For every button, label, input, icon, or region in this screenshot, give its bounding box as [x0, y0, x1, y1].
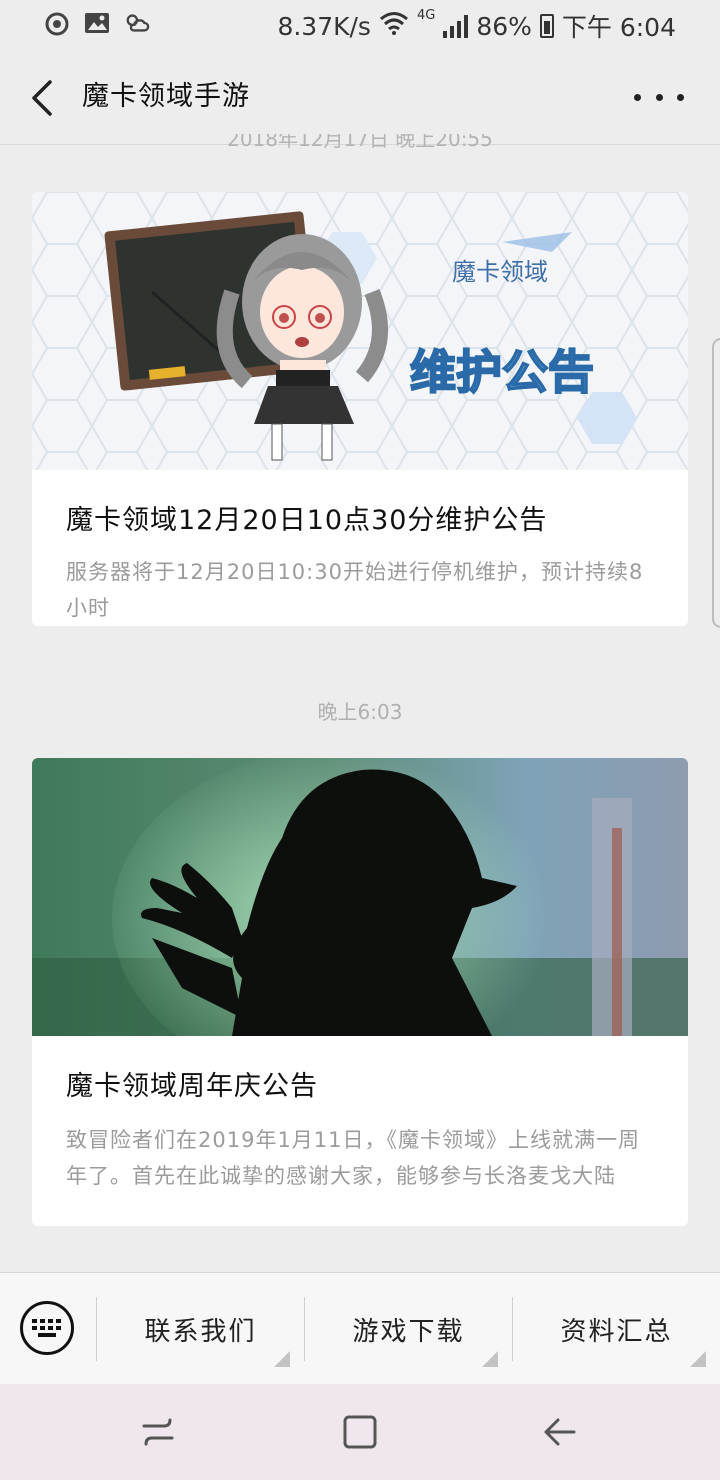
network-speed: 8.37K/s: [277, 11, 371, 41]
scroll-indicator: [712, 338, 720, 628]
network-type: 4G: [416, 8, 436, 23]
more-dot: [677, 93, 684, 101]
article-banner-image: [32, 758, 688, 1036]
recent-apps-icon: [142, 1418, 174, 1446]
status-right: 8.37K/s 4G 86% 下午 6:04: [277, 8, 676, 44]
more-button[interactable]: [634, 82, 684, 112]
menu-item-label: 游戏下载: [352, 1316, 465, 1347]
submenu-corner-icon: [274, 1351, 290, 1367]
keyboard-icon: [32, 1319, 61, 1337]
back-arrow-icon: [32, 80, 52, 116]
article-title: 魔卡领域周年庆公告: [66, 1071, 318, 1102]
official-account-menu: 联系我们 游戏下载 资料汇总: [0, 1272, 720, 1385]
clock: 下午 6:04: [561, 13, 676, 42]
article-card-anniversary[interactable]: 魔卡领域周年庆公告 致冒险者们在2019年1月11日，《魔卡领域》上线就满一周年…: [32, 758, 688, 1226]
recent-apps-button[interactable]: [128, 1408, 188, 1456]
submenu-corner-icon: [690, 1351, 706, 1367]
more-dots-icon: [634, 93, 641, 101]
status-left-icons: [44, 10, 150, 36]
article-card-maintenance[interactable]: 魔卡领域 维护公告 魔卡领域12月20日10点30分维护公告 服务器将于12月2…: [32, 192, 688, 626]
gallery-icon: [84, 10, 110, 36]
menu-item-download[interactable]: 游戏下载: [305, 1297, 512, 1367]
home-icon: [343, 1415, 377, 1449]
message-timestamp: 晚上6:03: [317, 700, 403, 724]
back-button[interactable]: [20, 74, 64, 122]
header: 魔卡领域手游: [0, 52, 720, 145]
article-banner-image: 魔卡领域 维护公告: [32, 192, 688, 470]
banner-illustration: 魔卡领域 维护公告: [32, 192, 688, 470]
battery-percent: 86%: [476, 11, 532, 41]
system-back-icon: [544, 1418, 576, 1446]
banner-title-text: 维护公告: [410, 345, 594, 399]
page-title: 魔卡领域手游: [82, 81, 250, 112]
battery-icon: [539, 14, 554, 38]
keyboard-toggle-button[interactable]: [20, 1301, 74, 1355]
article-summary: 致冒险者们在2019年1月11日，《魔卡领域》上线就满一周年了。首先在此诚挚的感…: [66, 1128, 641, 1188]
timestamp-partial: 2018年12月17日 晚上20:55: [227, 134, 493, 151]
more-dot: [655, 93, 663, 101]
article-title: 魔卡领域12月20日10点30分维护公告: [66, 505, 548, 536]
signal-icon: [443, 14, 469, 38]
menu-item-resources[interactable]: 资料汇总: [513, 1297, 720, 1367]
menu-item-label: 资料汇总: [560, 1316, 673, 1347]
status-bar: 8.37K/s 4G 86% 下午 6:04: [0, 0, 720, 52]
weibo-icon: [44, 10, 70, 36]
article-summary: 服务器将于12月20日10:30开始进行停机维护，预计持续8小时: [66, 560, 644, 620]
submenu-corner-icon: [482, 1351, 498, 1367]
weather-icon: [124, 10, 150, 36]
menu-item-contact[interactable]: 联系我们: [97, 1297, 304, 1367]
banner-logo-text: 魔卡领域: [452, 258, 548, 286]
system-navigation-bar: [0, 1384, 720, 1480]
menu-item-label: 联系我们: [144, 1316, 257, 1347]
silhouette-illustration: [32, 758, 688, 1036]
home-button[interactable]: [330, 1408, 390, 1456]
system-back-button[interactable]: [530, 1408, 590, 1456]
wifi-icon: [379, 11, 409, 41]
